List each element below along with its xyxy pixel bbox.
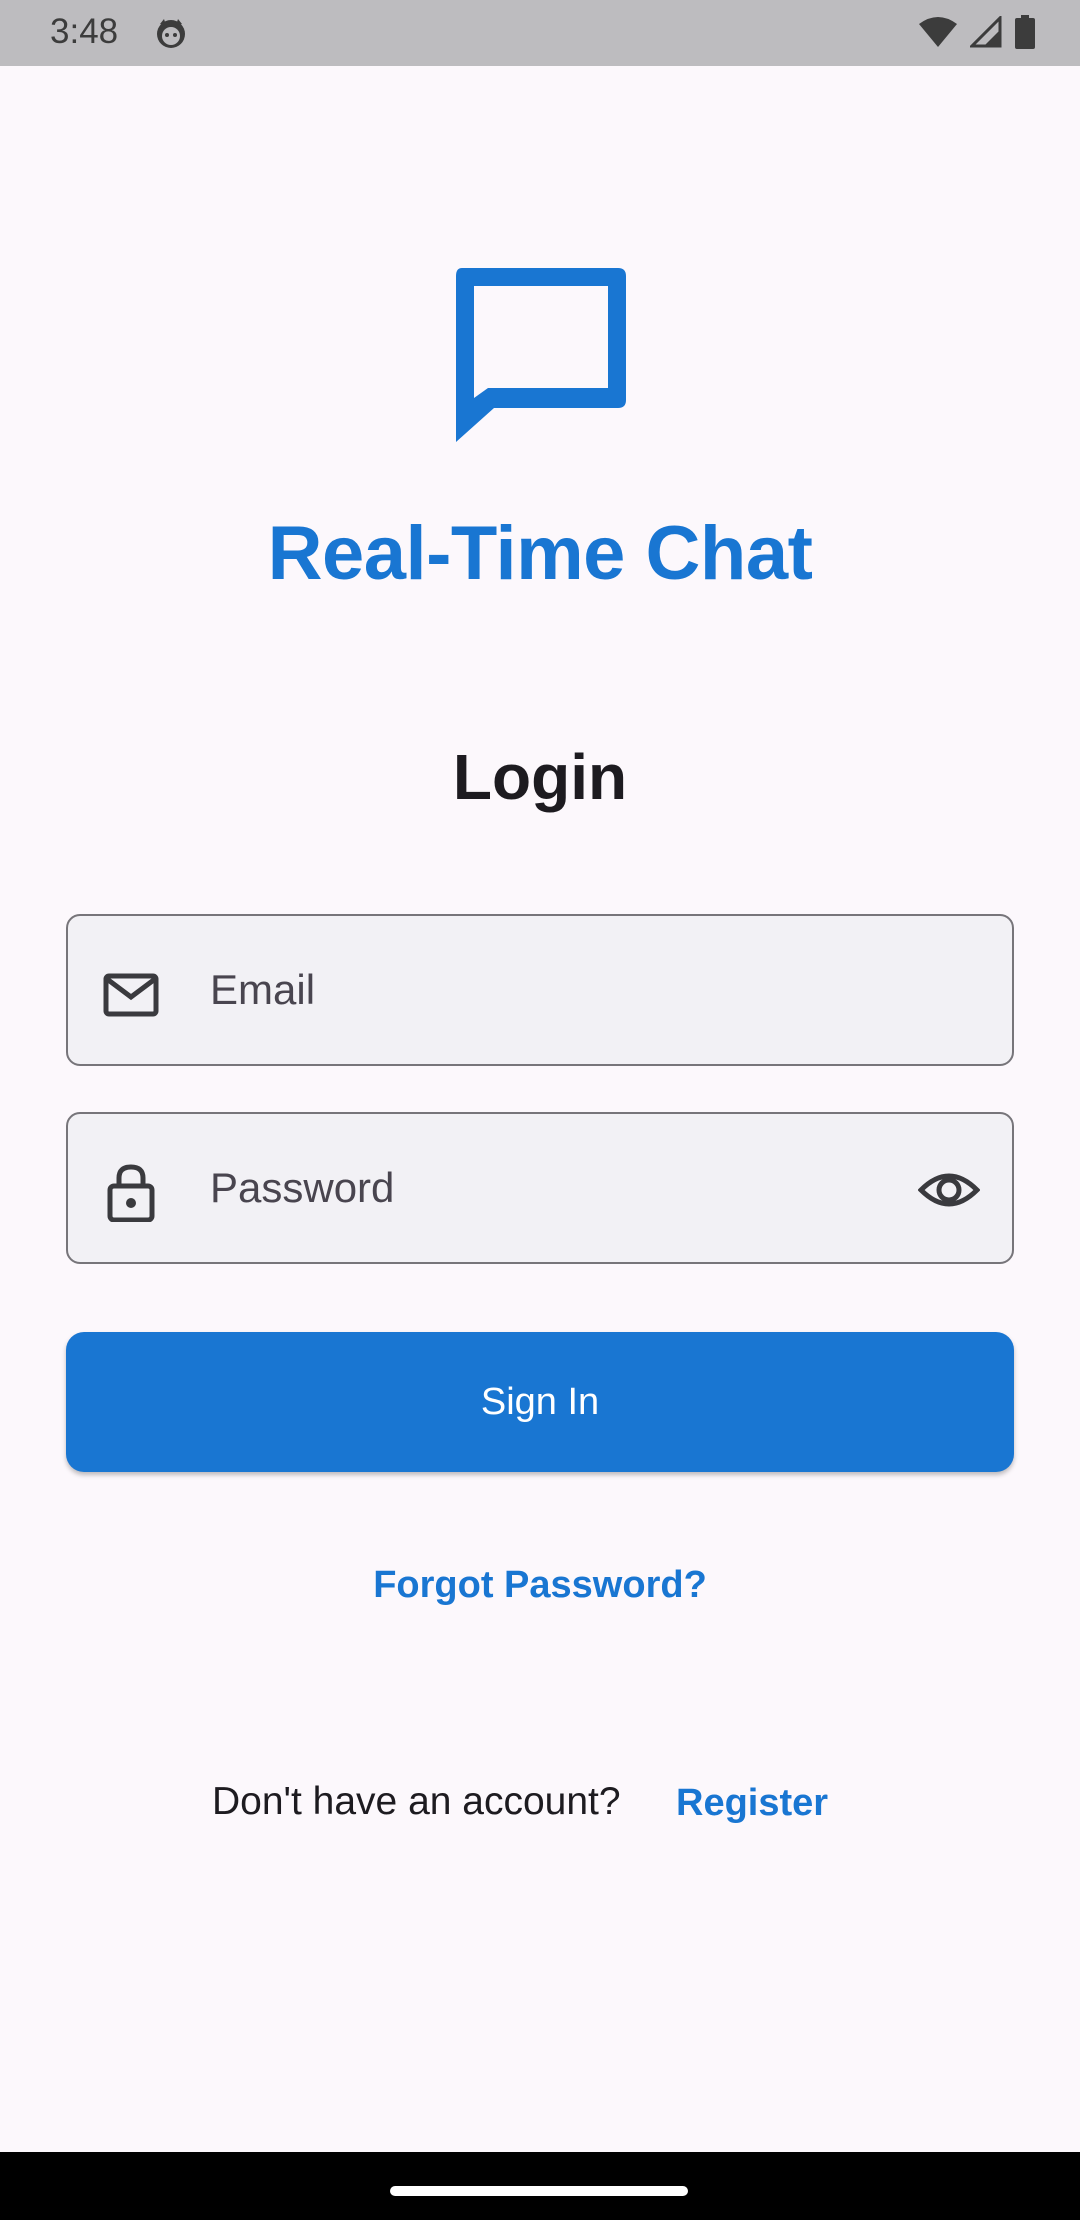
page-title: Login xyxy=(452,741,628,813)
navigation-bar xyxy=(0,2152,1080,2220)
status-icons xyxy=(918,14,1036,50)
login-screen: 3:48 Real-Time Chat Login Email Password… xyxy=(0,0,1080,2220)
home-gesture-handle[interactable] xyxy=(390,2186,688,2196)
face-icon xyxy=(157,19,185,48)
signal-icon xyxy=(970,16,1002,48)
forgot-password-link[interactable]: Forgot Password? xyxy=(0,1564,1080,1607)
eye-icon[interactable] xyxy=(918,1162,980,1218)
register-prompt: Don't have an account? xyxy=(212,1780,621,1823)
password-field[interactable]: Password xyxy=(66,1112,1014,1264)
battery-icon xyxy=(1015,15,1035,49)
password-placeholder: Password xyxy=(210,1164,395,1211)
app-title: Real-Time Chat xyxy=(267,511,813,596)
email-field[interactable]: Email xyxy=(66,914,1014,1066)
chat-bubble-icon xyxy=(456,268,626,442)
status-bar: 3:48 xyxy=(0,0,1080,66)
wifi-icon xyxy=(919,17,957,47)
mail-icon xyxy=(103,973,159,1017)
register-link[interactable]: Register xyxy=(676,1782,828,1825)
status-time: 3:48 xyxy=(50,12,119,51)
lock-icon xyxy=(107,1164,155,1222)
email-placeholder: Email xyxy=(210,966,316,1013)
sign-in-button[interactable]: Sign In xyxy=(66,1332,1014,1472)
